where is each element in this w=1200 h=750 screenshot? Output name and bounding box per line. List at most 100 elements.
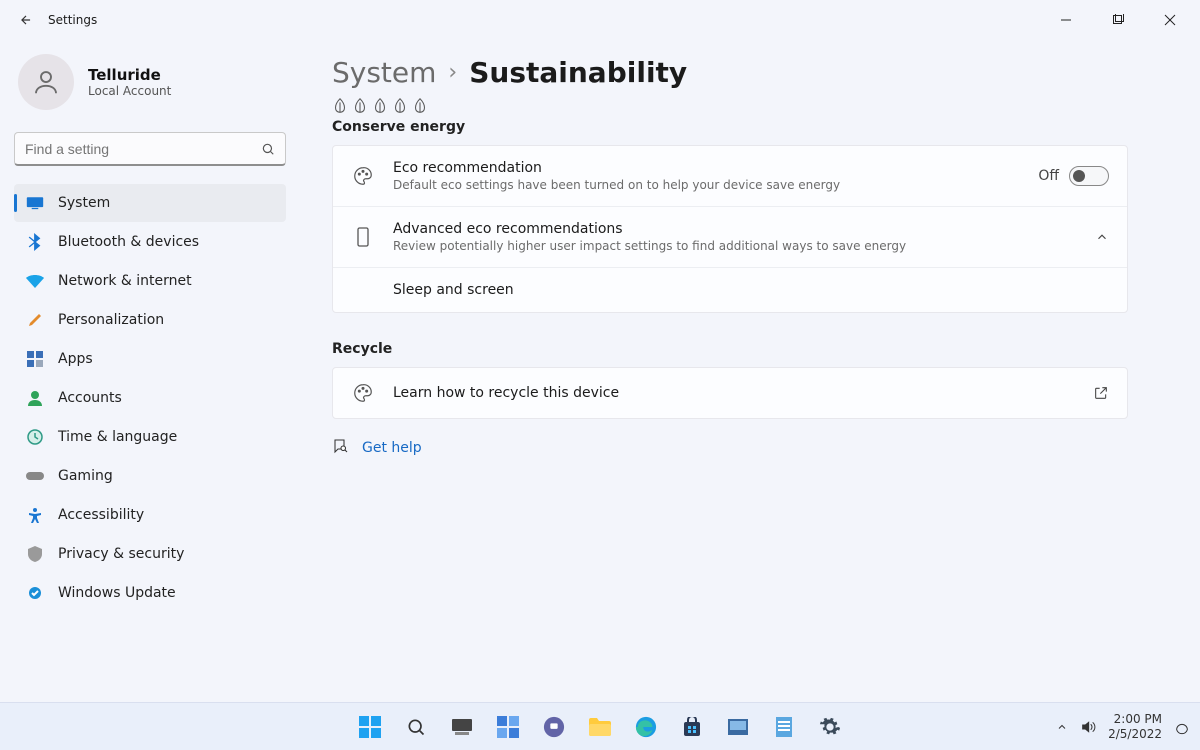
minimize-button[interactable] [1044,4,1088,36]
nav-label: Personalization [58,312,164,328]
nav-item-bluetooth[interactable]: Bluetooth & devices [14,223,286,261]
system-tray[interactable]: 2:00 PM 2/5/2022 [1056,712,1190,741]
store-icon [682,717,702,737]
nav-label: Apps [58,351,93,367]
nav-item-network[interactable]: Network & internet [14,262,286,300]
volume-icon[interactable] [1080,719,1096,735]
titlebar: Settings [0,0,1200,40]
settings-button[interactable] [810,707,850,747]
nav-item-update[interactable]: Windows Update [14,574,286,612]
main-panel: System › Sustainability Conserve energy … [300,40,1200,702]
store-button[interactable] [672,707,712,747]
breadcrumb-separator: › [448,60,457,85]
gamepad-icon [26,467,44,485]
app-icon [728,719,748,735]
back-button[interactable] [8,2,44,38]
paintbrush-icon [26,311,44,329]
widgets-button[interactable] [488,707,528,747]
nav-item-gaming[interactable]: Gaming [14,457,286,495]
account-icon [26,389,44,407]
help-icon [332,437,350,459]
profile-block[interactable]: Telluride Local Account [18,54,286,110]
arrow-left-icon [19,13,33,27]
row-eco-recommendation[interactable]: Eco recommendation Default eco settings … [333,146,1127,207]
nav-label: Accessibility [58,507,144,523]
leaf-icon [412,97,428,115]
notifications-icon[interactable] [1174,719,1190,735]
clock-time: 2:00 PM [1108,712,1162,726]
nav-item-personalization[interactable]: Personalization [14,301,286,339]
nav-label: Windows Update [58,585,176,601]
maximize-button[interactable] [1096,4,1140,36]
nav-item-accessibility[interactable]: Accessibility [14,496,286,534]
update-icon [26,584,44,602]
profile-name: Telluride [88,66,171,84]
taskbar: 2:00 PM 2/5/2022 [0,702,1200,750]
accessibility-icon [26,506,44,524]
sleep-title: Sleep and screen [393,282,1109,298]
search-icon [261,142,275,156]
taskbar-app-1[interactable] [718,707,758,747]
maximize-icon [1112,14,1124,26]
monitor-icon [26,194,44,212]
leaf-icon [392,97,408,115]
nav-item-time[interactable]: Time & language [14,418,286,456]
nav-item-privacy[interactable]: Privacy & security [14,535,286,573]
edge-icon [635,716,657,738]
nav-item-apps[interactable]: Apps [14,340,286,378]
profile-subtitle: Local Account [88,84,171,98]
search-icon [406,717,426,737]
conserve-card: Eco recommendation Default eco settings … [332,145,1128,313]
taskbar-app-2[interactable] [764,707,804,747]
help-row[interactable]: Get help [332,437,1128,459]
wifi-icon [26,272,44,290]
breadcrumb-root[interactable]: System [332,56,436,89]
advanced-desc: Review potentially higher user impact se… [393,239,993,253]
nav-label: Bluetooth & devices [58,234,199,250]
row-advanced-eco[interactable]: Advanced eco recommendations Review pote… [333,207,1127,268]
leaf-icon [352,97,368,115]
nav-label: Network & internet [58,273,192,289]
task-view-button[interactable] [442,707,482,747]
sidebar: Telluride Local Account System Bluetooth… [0,40,300,702]
explorer-button[interactable] [580,707,620,747]
folder-icon [589,718,611,736]
chat-button[interactable] [534,707,574,747]
app-title: Settings [48,13,97,27]
nav-label: Time & language [58,429,177,445]
chat-icon [543,716,565,738]
breadcrumb: System › Sustainability [332,56,1128,89]
chevron-up-icon [1095,230,1109,244]
tray-chevron-up-icon[interactable] [1056,721,1068,733]
eco-toggle[interactable] [1069,166,1109,186]
windows-icon [359,716,381,738]
clock[interactable]: 2:00 PM 2/5/2022 [1108,712,1162,741]
row-sleep-screen[interactable]: Sleep and screen [333,268,1127,312]
avatar [18,54,74,110]
search-box[interactable] [14,132,286,166]
nav-label: Privacy & security [58,546,184,562]
taskbar-search[interactable] [396,707,436,747]
bluetooth-icon [26,233,44,251]
task-view-icon [452,719,472,735]
nav-label: System [58,195,110,211]
section-conserve-title: Conserve energy [332,119,1128,135]
open-external-icon [1093,385,1109,401]
search-input[interactable] [25,141,261,157]
nav-list: System Bluetooth & devices Network & int… [14,184,286,612]
nav-label: Gaming [58,468,113,484]
row-recycle-learn[interactable]: Learn how to recycle this device [333,368,1127,418]
nav-label: Accounts [58,390,122,406]
apps-icon [26,350,44,368]
help-link[interactable]: Get help [362,440,422,456]
palette-icon [351,165,375,187]
nav-item-accounts[interactable]: Accounts [14,379,286,417]
nav-item-system[interactable]: System [14,184,286,222]
leaf-icon [332,97,348,115]
clock-date: 2/5/2022 [1108,727,1162,741]
start-button[interactable] [350,707,390,747]
notepad-icon [776,717,792,737]
widgets-icon [497,716,519,738]
close-button[interactable] [1148,4,1192,36]
edge-button[interactable] [626,707,666,747]
